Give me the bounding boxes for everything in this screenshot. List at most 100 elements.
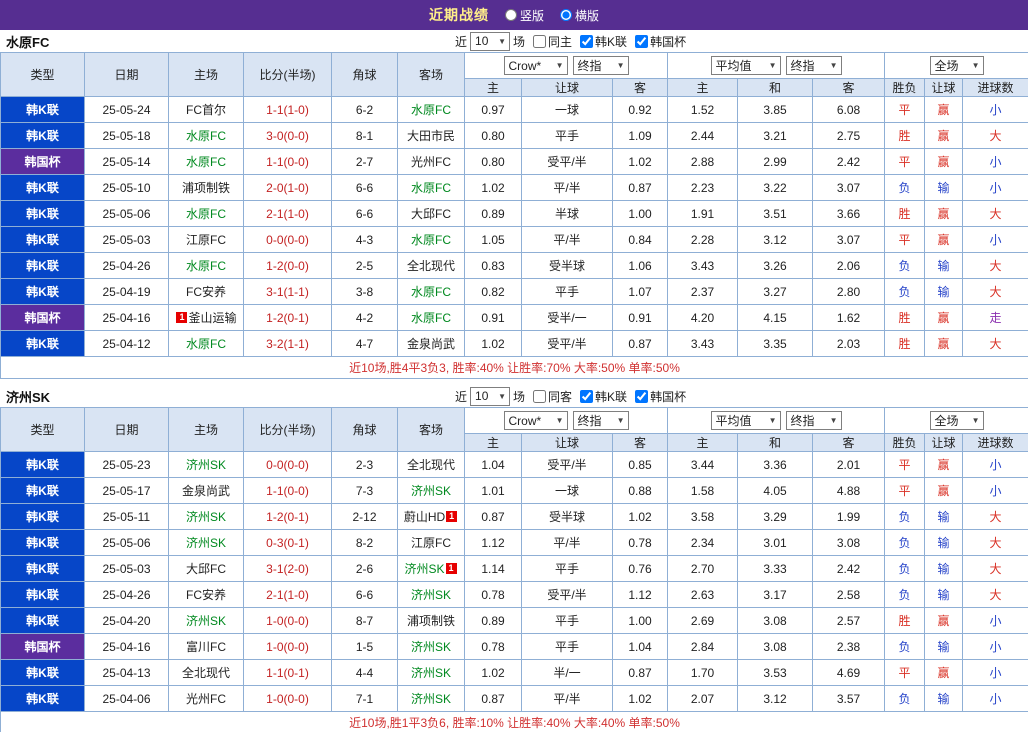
handicap-cell: 一球 bbox=[522, 97, 613, 123]
home-team-cell: 济州SK bbox=[169, 530, 244, 556]
team-link[interactable]: 金泉尚武 bbox=[407, 337, 455, 351]
avg-home-cell: 2.23 bbox=[668, 175, 738, 201]
team-link[interactable]: FC安养 bbox=[186, 588, 226, 602]
team-link[interactable]: 光州FC bbox=[411, 155, 451, 169]
col-header-date: 日期 bbox=[85, 53, 169, 97]
team-link[interactable]: 济州SK bbox=[186, 614, 226, 628]
away-team-cell: 水原FC bbox=[398, 279, 465, 305]
team-link[interactable]: 济州SK bbox=[411, 484, 451, 498]
team-link[interactable]: 水原FC bbox=[411, 233, 451, 247]
away-team-cell: 水原FC bbox=[398, 97, 465, 123]
team-link[interactable]: 济州SK bbox=[186, 536, 226, 550]
korean-cup-checkbox[interactable] bbox=[635, 35, 648, 48]
scope-select[interactable]: 全场 ▼ bbox=[930, 411, 984, 430]
avg-home-cell: 1.91 bbox=[668, 201, 738, 227]
team-link[interactable]: 济州SK bbox=[186, 458, 226, 472]
kleague-option[interactable]: 韩K联 bbox=[575, 33, 627, 50]
kleague-checkbox[interactable] bbox=[580, 35, 593, 48]
team-link[interactable]: 光州FC bbox=[186, 692, 226, 706]
team-link[interactable]: 全北现代 bbox=[407, 458, 455, 472]
kleague-checkbox[interactable] bbox=[580, 390, 593, 403]
average-select[interactable]: 平均值 ▼ bbox=[711, 56, 781, 75]
team-link[interactable]: 大田市民 bbox=[407, 129, 455, 143]
filter-controls-1: 近 10 ▼ 场 同主 韩K联 韩国杯 bbox=[455, 30, 686, 52]
team-link[interactable]: 济州SK bbox=[411, 666, 451, 680]
result-cell: 胜 bbox=[885, 331, 925, 357]
vertical-radio[interactable] bbox=[505, 9, 517, 21]
team-link[interactable]: 济州SK bbox=[186, 510, 226, 524]
team-link[interactable]: 水原FC bbox=[411, 103, 451, 117]
team-link[interactable]: FC安养 bbox=[186, 285, 226, 299]
handicap-cell: 受半/一 bbox=[522, 305, 613, 331]
team-link[interactable]: 水原FC bbox=[411, 181, 451, 195]
team-link[interactable]: 水原FC bbox=[186, 337, 226, 351]
same-venue-option[interactable]: 同主 bbox=[528, 33, 572, 50]
team-link[interactable]: 江原FC bbox=[411, 536, 451, 550]
col-header-home: 主场 bbox=[169, 408, 244, 452]
match-count-select[interactable]: 10 ▼ bbox=[470, 387, 510, 406]
average-time-select[interactable]: 终指 ▼ bbox=[786, 56, 842, 75]
odds-away-cell: 0.87 bbox=[613, 660, 668, 686]
odds-home-cell: 1.12 bbox=[465, 530, 522, 556]
europe-odds-selects: 平均值 ▼ 终指 ▼ bbox=[668, 408, 885, 434]
handicap-result-cell: 输 bbox=[925, 686, 963, 712]
odds-away-cell: 1.09 bbox=[613, 123, 668, 149]
subcol-avg-away: 客 bbox=[813, 434, 885, 452]
team-link[interactable]: 济州SK bbox=[411, 640, 451, 654]
layout-vertical-option[interactable]: 竖版 bbox=[505, 7, 544, 24]
score-cell: 1-2(0-1) bbox=[244, 504, 332, 530]
team-link[interactable]: 大邱FC bbox=[411, 207, 451, 221]
team-link[interactable]: 釜山运输 bbox=[188, 311, 236, 325]
filter-controls-2: 近 10 ▼ 场 同客 韩K联 韩国杯 bbox=[455, 385, 686, 407]
team-link[interactable]: 浦项制铁 bbox=[407, 614, 455, 628]
team-link[interactable]: 济州SK bbox=[404, 562, 444, 576]
team-link[interactable]: 浦项制铁 bbox=[182, 181, 230, 195]
result-cell: 负 bbox=[885, 634, 925, 660]
horizontal-radio[interactable] bbox=[560, 9, 572, 21]
odds-company-select[interactable]: Crow* ▼ bbox=[504, 411, 568, 430]
team-link[interactable]: FC首尔 bbox=[186, 103, 226, 117]
team-link[interactable]: 水原FC bbox=[411, 311, 451, 325]
odds-time-select[interactable]: 终指 ▼ bbox=[573, 56, 629, 75]
score-cell: 1-2(0-0) bbox=[244, 253, 332, 279]
korean-cup-checkbox[interactable] bbox=[635, 390, 648, 403]
odds-away-cell: 1.00 bbox=[613, 201, 668, 227]
team-link[interactable]: 水原FC bbox=[186, 259, 226, 273]
league-cell: 韩K联 bbox=[1, 686, 85, 712]
goals-result-cell: 大 bbox=[963, 556, 1028, 582]
avg-draw-cell: 3.12 bbox=[738, 227, 813, 253]
same-venue-option[interactable]: 同客 bbox=[528, 388, 572, 405]
score-cell: 2-1(1-0) bbox=[244, 582, 332, 608]
average-time-select[interactable]: 终指 ▼ bbox=[786, 411, 842, 430]
team-link[interactable]: 金泉尚武 bbox=[182, 484, 230, 498]
team-link[interactable]: 济州SK bbox=[411, 588, 451, 602]
date-cell: 25-04-13 bbox=[85, 660, 169, 686]
team-link[interactable]: 全北现代 bbox=[407, 259, 455, 273]
team-link[interactable]: 水原FC bbox=[411, 285, 451, 299]
average-select[interactable]: 平均值 ▼ bbox=[711, 411, 781, 430]
team-link[interactable]: 水原FC bbox=[186, 129, 226, 143]
team-link[interactable]: 江原FC bbox=[186, 233, 226, 247]
scope-select[interactable]: 全场 ▼ bbox=[930, 56, 984, 75]
korean-cup-label: 韩国杯 bbox=[650, 388, 686, 405]
odds-company-select[interactable]: Crow* ▼ bbox=[504, 56, 568, 75]
korean-cup-option[interactable]: 韩国杯 bbox=[630, 33, 686, 50]
odds-time-select[interactable]: 终指 ▼ bbox=[573, 411, 629, 430]
match-count-select[interactable]: 10 ▼ bbox=[470, 32, 510, 51]
korean-cup-option[interactable]: 韩国杯 bbox=[630, 388, 686, 405]
layout-horizontal-option[interactable]: 横版 bbox=[560, 7, 599, 24]
team-link[interactable]: 大邱FC bbox=[186, 562, 226, 576]
kleague-option[interactable]: 韩K联 bbox=[575, 388, 627, 405]
same-venue-checkbox[interactable] bbox=[533, 390, 546, 403]
team-link[interactable]: 济州SK bbox=[411, 692, 451, 706]
team-link[interactable]: 水原FC bbox=[186, 207, 226, 221]
same-venue-label: 同主 bbox=[548, 33, 572, 50]
team-link[interactable]: 富川FC bbox=[186, 640, 226, 654]
corner-cell: 4-7 bbox=[332, 331, 398, 357]
subcol-avg-draw: 和 bbox=[738, 434, 813, 452]
team-link[interactable]: 水原FC bbox=[186, 155, 226, 169]
same-venue-checkbox[interactable] bbox=[533, 35, 546, 48]
team-link[interactable]: 全北现代 bbox=[182, 666, 230, 680]
team-link[interactable]: 蔚山HD bbox=[404, 510, 445, 524]
chevron-down-icon: ▼ bbox=[830, 416, 838, 425]
